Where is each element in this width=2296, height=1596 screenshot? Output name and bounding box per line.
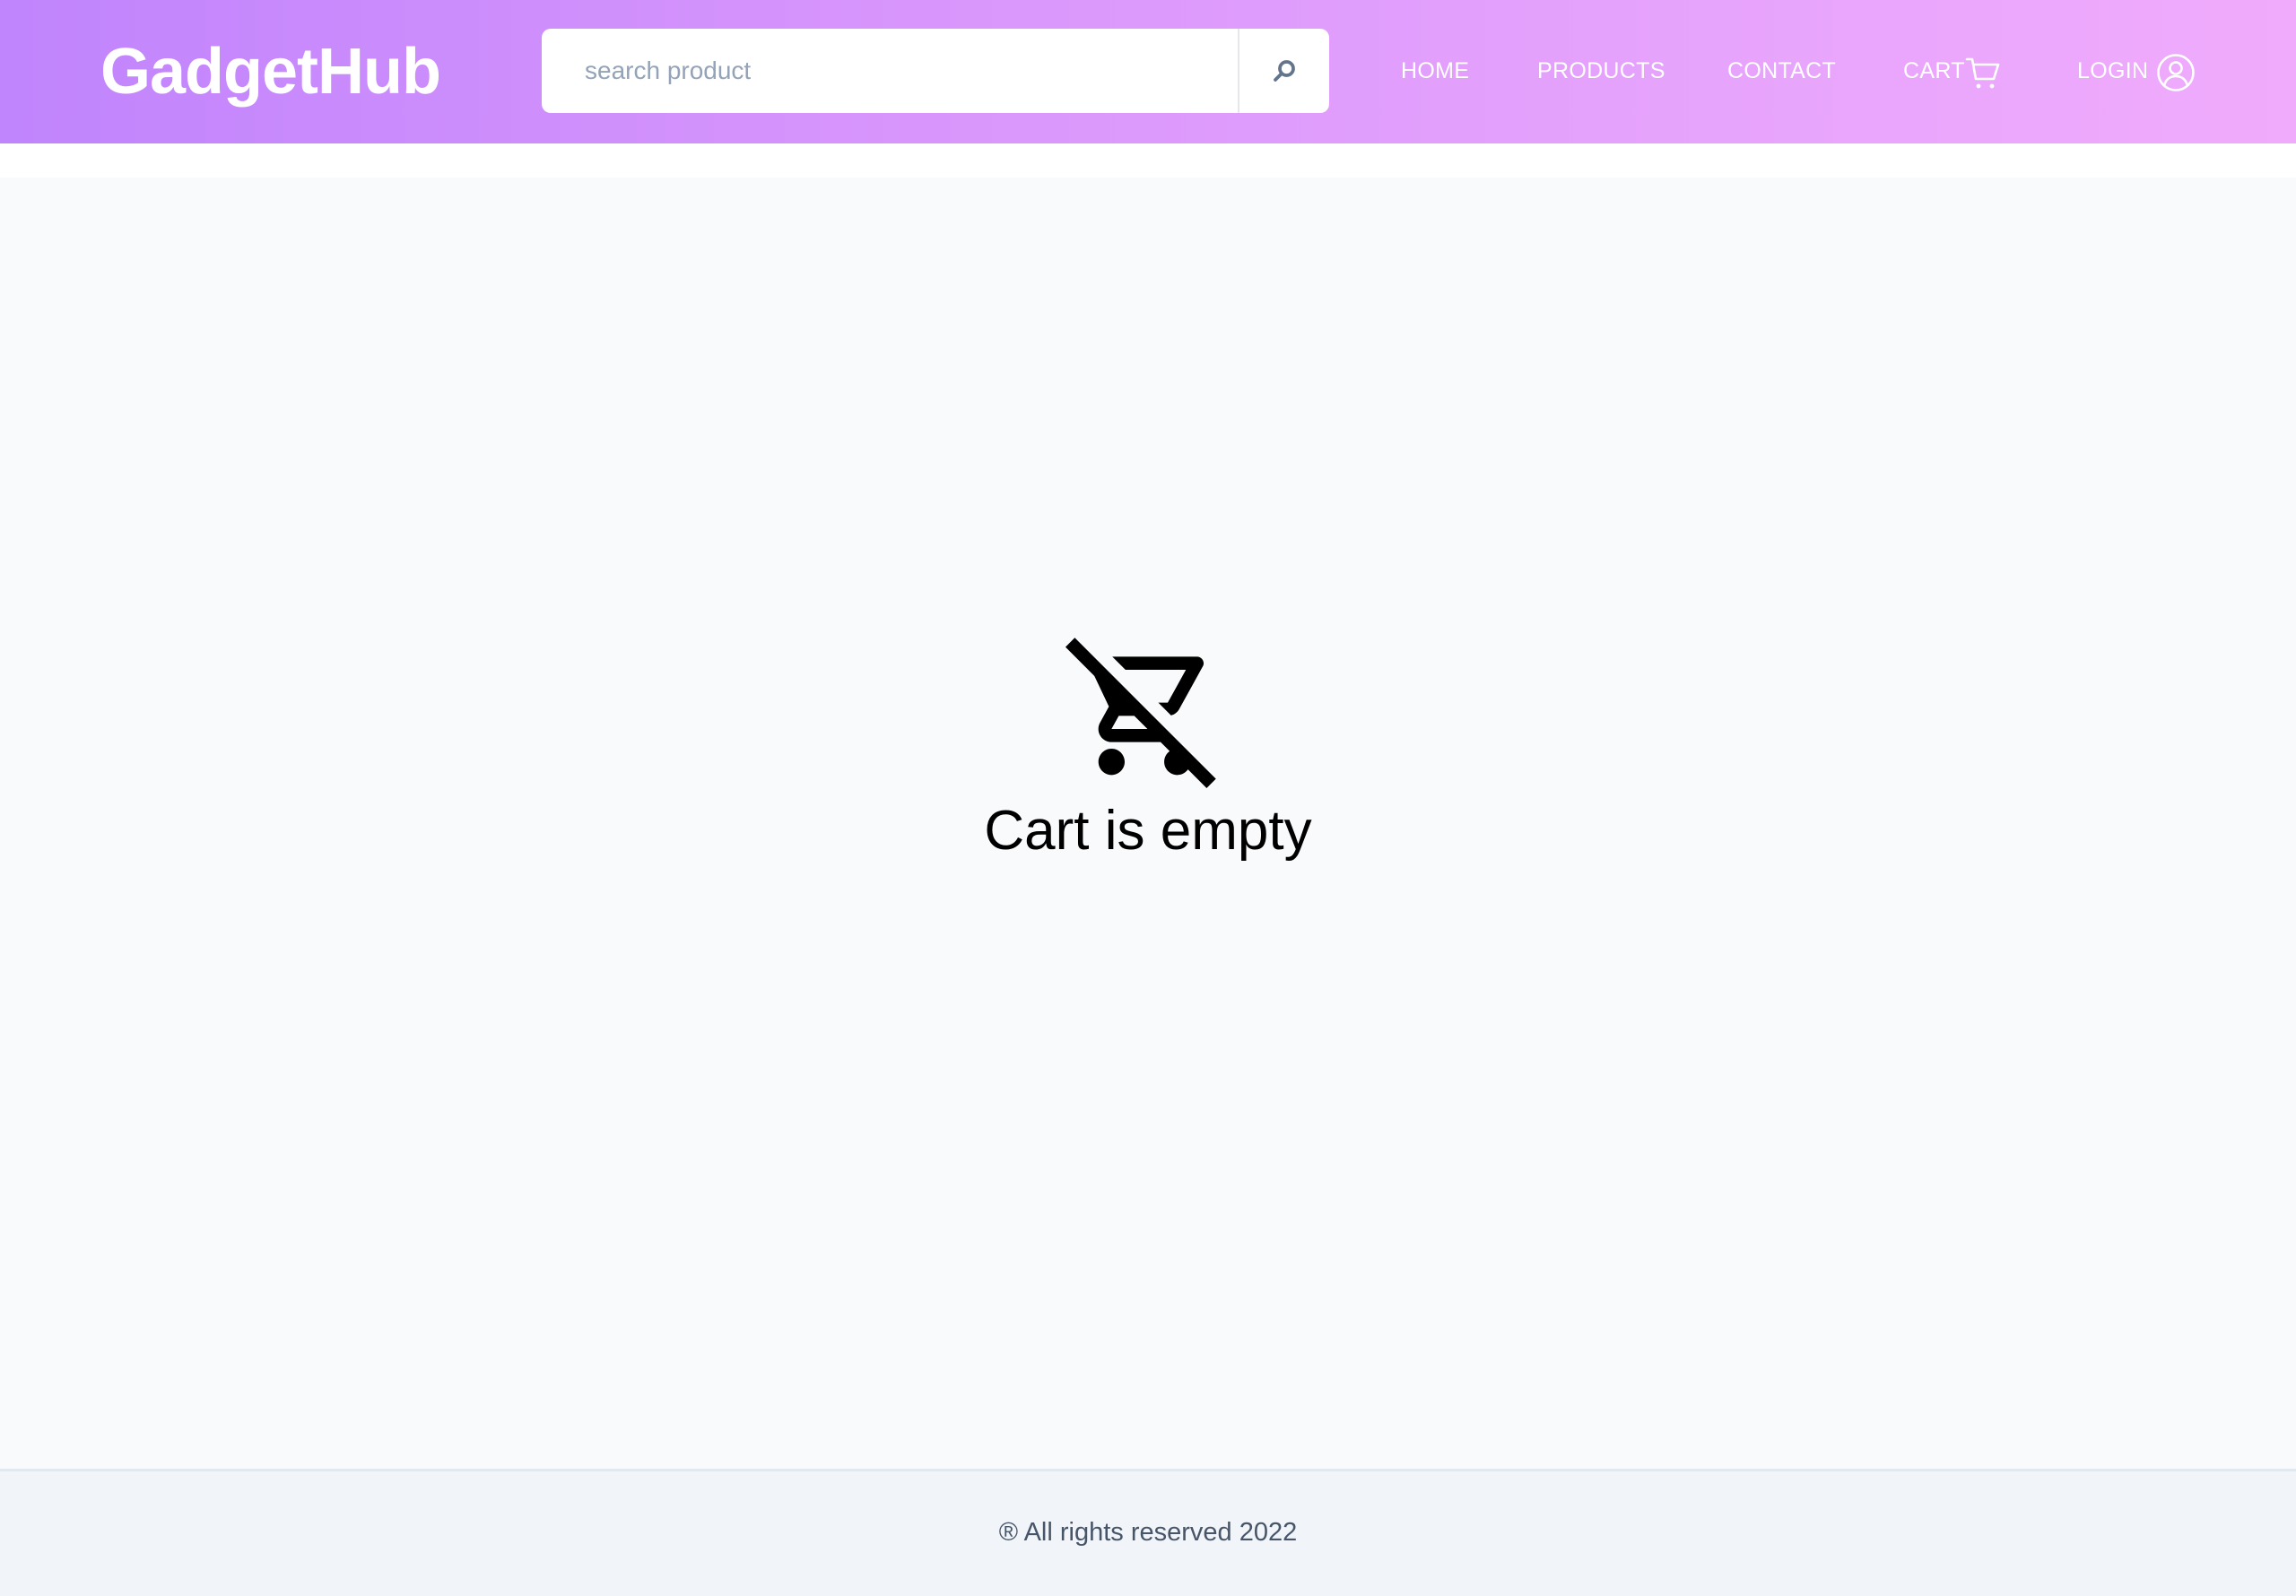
brand-logo[interactable]: GadgetHub [100,36,441,108]
site-footer: ® All rights reserved 2022 [0,1469,2296,1596]
search-input[interactable] [542,29,1238,113]
header-spacer [0,143,2296,178]
cart-page: Cart is empty [0,178,2296,1469]
search-bar [542,29,1329,113]
nav-contact[interactable]: CONTACT [1727,57,1836,84]
empty-cart-message: Cart is empty [984,800,1312,862]
search-icon [1274,60,1295,82]
copyright-text: ® All rights reserved 2022 [998,1518,1298,1547]
nav-products[interactable]: PRODUCTS [1537,57,1665,84]
nav-home[interactable]: HOME [1401,57,1469,84]
cart-icon[interactable] [1964,54,2002,91]
nav-login[interactable]: LOGIN [2077,57,2148,84]
site-header: GadgetHub HOME PRODUCTS CONTACT CART LOG… [0,0,2296,143]
search-button[interactable] [1238,29,1329,113]
user-account-icon[interactable] [2156,53,2196,92]
remove-shopping-cart-icon [1065,638,1216,788]
nav-cart[interactable]: CART [1903,57,1965,84]
